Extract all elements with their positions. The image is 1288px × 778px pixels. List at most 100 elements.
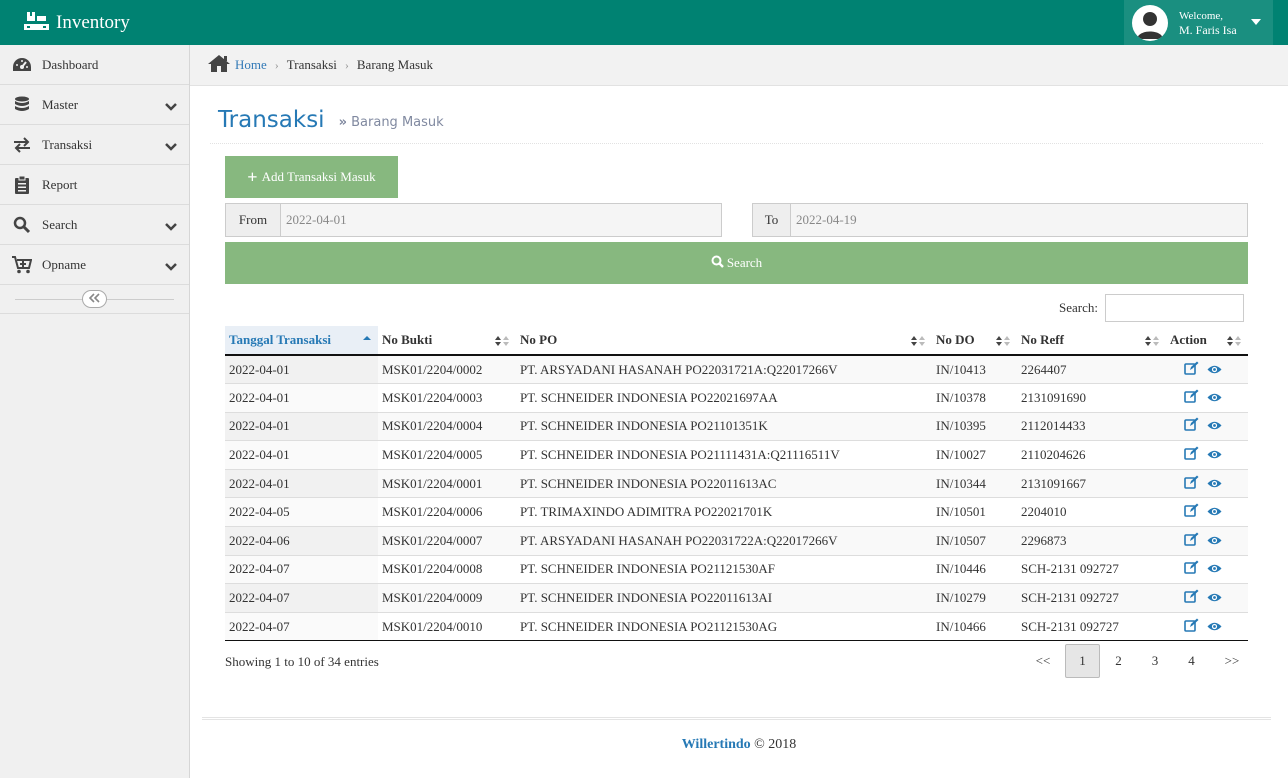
table-row: 2022-04-01 MSK01/2204/0004 PT. SCHNEIDER I… — [225, 411, 1248, 441]
app-title: Inventory — [56, 11, 130, 33]
table-row: 2022-04-06 MSK01/2204/0007 PT. ARSYADANI H… — [225, 526, 1248, 556]
sidebar-item-transaksi[interactable]: Transaksi — [0, 125, 189, 165]
table-cell: MSK01/2204/0004 — [378, 411, 516, 441]
eye-icon[interactable] — [1207, 620, 1222, 636]
pagination-page-4[interactable]: 4 — [1173, 644, 1210, 678]
table-cell: 2131091690 — [1017, 383, 1166, 413]
eye-icon[interactable] — [1207, 391, 1222, 407]
eye-icon[interactable] — [1207, 419, 1222, 435]
sidebar-item-report[interactable]: Report — [0, 165, 189, 205]
footer-brand[interactable]: Willertindo — [682, 737, 751, 752]
caret-down-icon[interactable] — [1251, 19, 1261, 25]
eye-icon[interactable] — [1207, 477, 1222, 493]
sort-asc-icon — [362, 335, 372, 351]
action-cell — [1166, 554, 1248, 584]
search-icon — [10, 216, 34, 234]
column-header-no-do[interactable]: No DO — [932, 326, 1017, 356]
column-header-no-po[interactable]: No PO — [516, 326, 932, 356]
table-cell: PT. SCHNEIDER INDONESIA PO21101351K — [516, 411, 932, 441]
eye-icon[interactable] — [1207, 505, 1222, 521]
chevron-down-icon — [165, 99, 177, 115]
app-brand[interactable]: Inventory — [24, 0, 130, 45]
sort-both-icon — [995, 335, 1011, 351]
table-row: 2022-04-01 MSK01/2204/0003 PT. SCHNEIDER I… — [225, 383, 1248, 413]
sidebar-item-master[interactable]: Master — [0, 85, 189, 125]
from-date-input[interactable] — [281, 203, 722, 237]
table-cell: IN/10378 — [932, 383, 1017, 413]
page-header: Transaksi » Barang Masuk — [210, 96, 1263, 144]
table-cell: MSK01/2204/0010 — [378, 611, 516, 642]
table-row: 2022-04-07 MSK01/2204/0008 PT. SCHNEIDER I… — [225, 554, 1248, 584]
table-cell: 2022-04-01 — [225, 383, 378, 413]
welcome-text: Welcome, — [1179, 9, 1224, 22]
to-date-input[interactable] — [791, 203, 1248, 237]
table-cell: MSK01/2204/0002 — [378, 354, 516, 384]
eye-icon[interactable] — [1207, 534, 1222, 550]
edit-icon[interactable] — [1184, 503, 1199, 521]
action-cell — [1166, 440, 1248, 470]
column-header-no-reff[interactable]: No Reff — [1017, 326, 1166, 356]
breadcrumb-current: Barang Masuk — [356, 57, 434, 72]
column-header-tanggal[interactable]: Tanggal Transaksi — [225, 326, 378, 356]
from-label: From — [225, 203, 281, 237]
action-cell — [1166, 497, 1248, 527]
eye-icon[interactable] — [1207, 448, 1222, 464]
table-search-input[interactable] — [1104, 294, 1244, 322]
edit-icon[interactable] — [1184, 417, 1199, 435]
user-name: M. Faris Isa — [1179, 22, 1237, 37]
edit-icon[interactable] — [1184, 560, 1199, 578]
pagination-page-3[interactable]: 3 — [1137, 644, 1173, 678]
table-cell: IN/10466 — [932, 611, 1017, 642]
action-cell — [1166, 354, 1248, 384]
table-cell: PT. SCHNEIDER INDONESIA PO21121530AG — [516, 611, 932, 642]
sidebar-item-label: Dashboard — [42, 56, 99, 72]
action-cell — [1166, 383, 1248, 413]
table-row: 2022-04-07 MSK01/2204/0009 PT. SCHNEIDER I… — [225, 583, 1248, 613]
breadcrumb-home-link[interactable]: Home — [235, 57, 267, 73]
user-menu[interactable]: Welcome, M. Faris Isa — [1124, 0, 1273, 45]
table-cell: 2022-04-01 — [225, 468, 378, 498]
table-cell: 2022-04-07 — [225, 583, 378, 613]
table-cell: 2022-04-01 — [225, 440, 378, 470]
sidebar-item-opname[interactable]: Opname — [0, 245, 189, 285]
table-cell: IN/10344 — [932, 468, 1017, 498]
chevron-down-icon — [165, 259, 177, 275]
pagination-page-1[interactable]: 1 — [1065, 644, 1100, 678]
table-cell: 2022-04-06 — [225, 526, 378, 556]
sort-both-icon — [1144, 335, 1160, 351]
table-cell: SCH-2131 092727 — [1017, 583, 1166, 613]
edit-icon[interactable] — [1184, 618, 1199, 636]
breadcrumb-separator-icon: › — [274, 57, 279, 72]
cart-plus-icon — [10, 255, 34, 274]
sidebar-item-label: Master — [42, 96, 79, 112]
edit-icon[interactable] — [1184, 475, 1199, 493]
table-info: Showing 1 to 10 of 34 entries — [225, 654, 379, 669]
eye-icon[interactable] — [1207, 591, 1222, 607]
top-navbar: Inventory Welcome, M. Faris Isa — [0, 0, 1288, 45]
main-content: Transaksi » Barang Masuk + Add Transaksi… — [190, 86, 1288, 778]
add-transaksi-masuk-button[interactable]: + Add Transaksi Masuk — [225, 156, 398, 198]
edit-icon[interactable] — [1184, 361, 1199, 379]
search-button[interactable]: Search — [225, 242, 1248, 284]
pagination-prev[interactable]: << — [1022, 644, 1064, 678]
pagination-page-2[interactable]: 2 — [1100, 644, 1137, 678]
edit-icon[interactable] — [1184, 389, 1199, 407]
pagination-next[interactable]: >> — [1210, 644, 1254, 678]
eye-icon[interactable] — [1207, 562, 1222, 578]
table-row: 2022-04-01 MSK01/2204/0001 PT. SCHNEIDER I… — [225, 468, 1248, 498]
table-row: 2022-04-07 MSK01/2204/0010 PT. SCHNEIDER I… — [225, 611, 1248, 642]
chevron-down-icon — [165, 219, 177, 235]
table-row: 2022-04-01 MSK01/2204/0005 PT. SCHNEIDER I… — [225, 440, 1248, 470]
column-header-no-bukti[interactable]: No Bukti — [378, 326, 516, 356]
sidebar-item-dashboard[interactable]: Dashboard — [0, 45, 189, 85]
column-header-action[interactable]: Action — [1166, 326, 1248, 356]
edit-icon[interactable] — [1184, 446, 1199, 464]
eye-icon[interactable] — [1207, 363, 1222, 379]
footer-divider — [202, 717, 1271, 720]
sidebar-item-search[interactable]: Search — [0, 205, 189, 245]
edit-icon[interactable] — [1184, 532, 1199, 550]
sidebar-item-label: Transaksi — [42, 136, 93, 152]
edit-icon[interactable] — [1184, 589, 1199, 607]
collapse-sidebar-button[interactable] — [82, 290, 107, 308]
home-icon[interactable] — [207, 54, 231, 77]
